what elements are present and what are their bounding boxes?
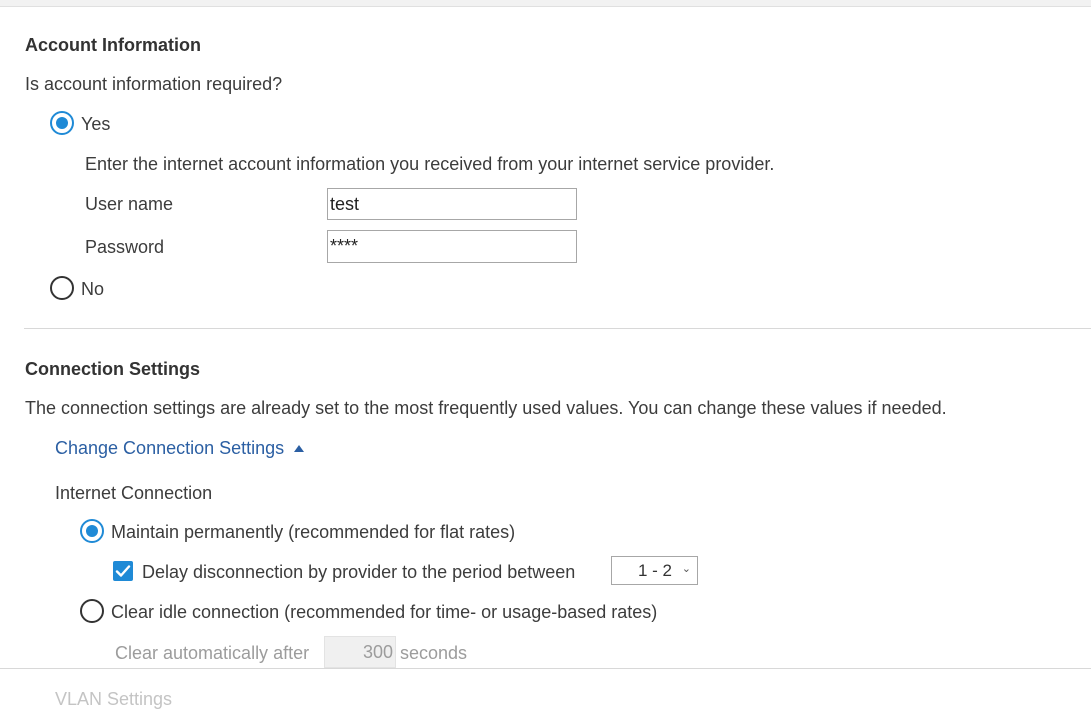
- checkmark-icon: [115, 565, 131, 577]
- account-information-heading: Account Information: [25, 35, 201, 55]
- account-required-question: Is account information required?: [25, 74, 283, 94]
- delay-period-value: 1 - 2: [638, 561, 673, 580]
- delay-disconnection-checkbox[interactable]: [113, 561, 133, 581]
- account-instruction-text: Enter the internet account information y…: [85, 154, 775, 174]
- seconds-label: seconds: [400, 643, 468, 663]
- caret-up-icon[interactable]: [294, 445, 304, 452]
- username-input[interactable]: [327, 188, 577, 220]
- internet-connection-label: Internet Connection: [55, 483, 213, 503]
- delay-period-select[interactable]: 1 - 2 ⌄: [611, 556, 698, 585]
- password-input[interactable]: [327, 230, 577, 263]
- clear-idle-connection-radio[interactable]: [80, 599, 104, 623]
- section-divider: [24, 328, 1091, 329]
- clear-idle-connection-label[interactable]: Clear idle connection (recommended for t…: [111, 601, 657, 623]
- account-yes-radio[interactable]: [50, 111, 74, 135]
- maintain-permanently-radio[interactable]: [80, 519, 104, 543]
- password-label: Password: [85, 237, 165, 257]
- connection-settings-description: The connection settings are already set …: [25, 398, 947, 418]
- clear-automatically-label: Clear automatically after: [115, 643, 310, 663]
- delay-disconnection-label[interactable]: Delay disconnection by provider to the p…: [142, 561, 575, 583]
- username-label: User name: [85, 194, 174, 214]
- chevron-down-icon: ⌄: [681, 563, 691, 575]
- account-yes-label[interactable]: Yes: [81, 113, 110, 135]
- account-no-radio[interactable]: [50, 276, 74, 300]
- vlan-settings-heading: VLAN Settings: [55, 689, 173, 709]
- account-no-label[interactable]: No: [81, 278, 104, 300]
- connection-settings-heading: Connection Settings: [25, 359, 200, 379]
- change-connection-settings-link[interactable]: Change Connection Settings: [55, 437, 284, 459]
- bottom-divider: [0, 668, 1091, 669]
- maintain-permanently-label[interactable]: Maintain permanently (recommended for fl…: [111, 521, 515, 543]
- top-divider-bar: [0, 0, 1091, 7]
- clear-seconds-input[interactable]: 300: [324, 636, 396, 668]
